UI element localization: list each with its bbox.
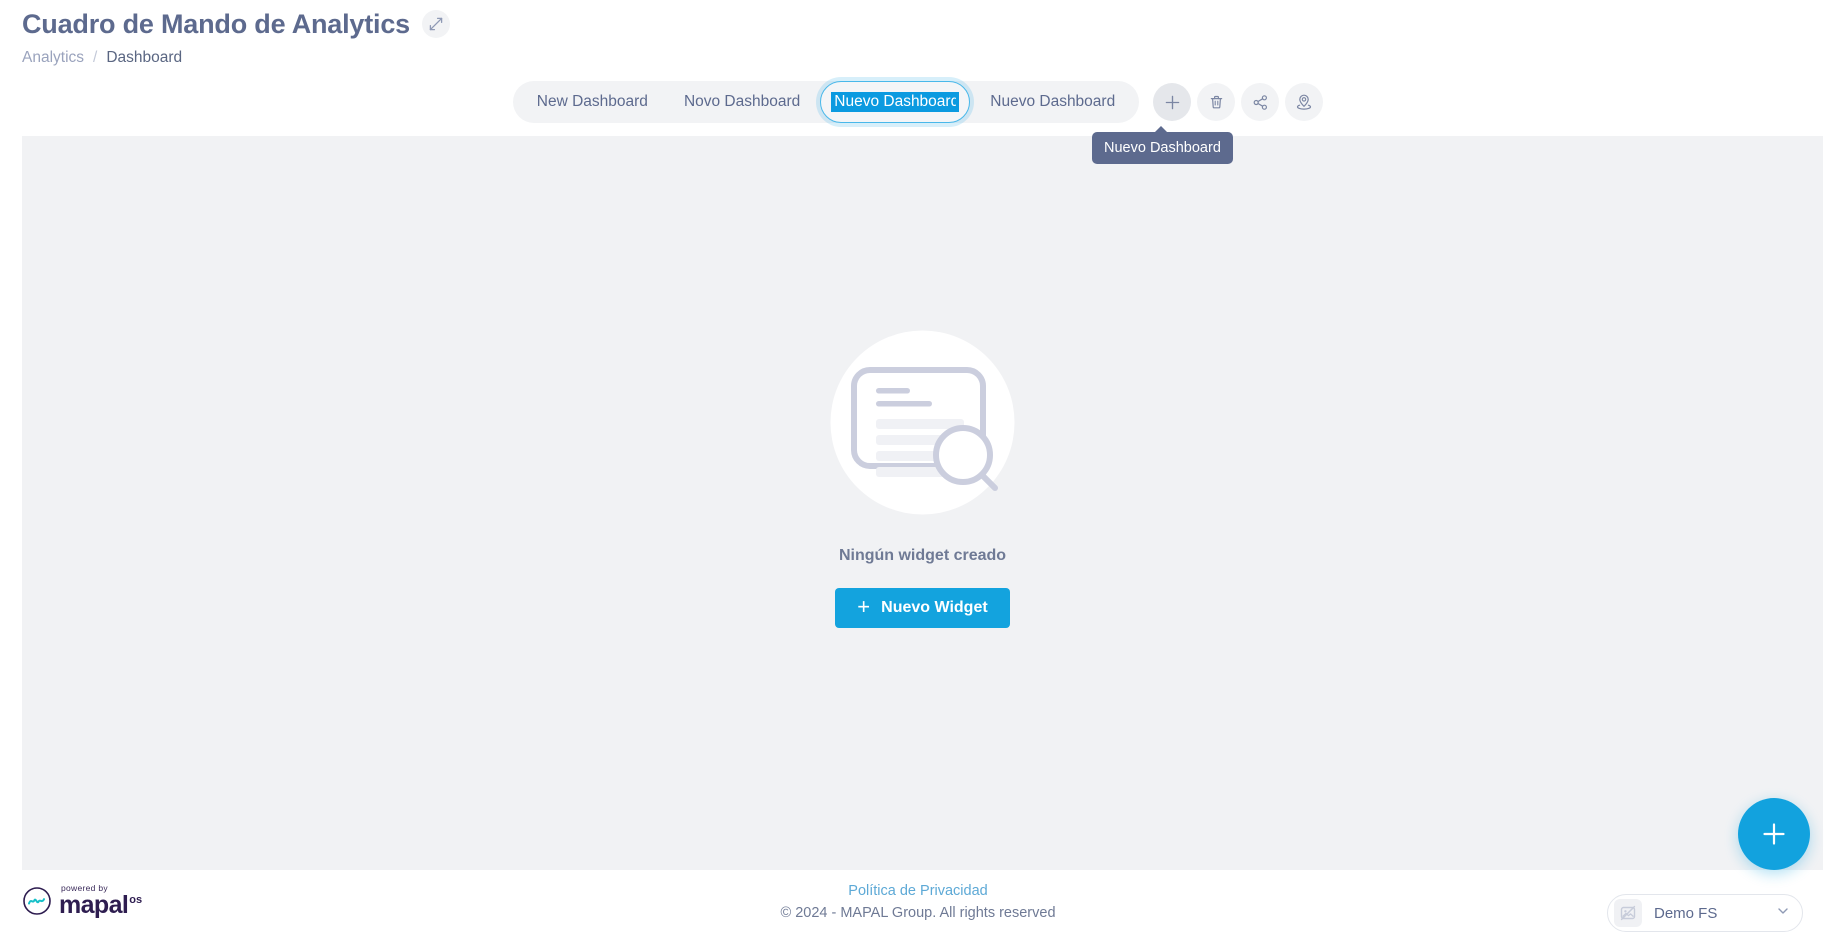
page-footer: powered by mapal os Política de Privacid… [0,870,1836,936]
plus-icon [1164,94,1181,111]
page-header: Cuadro de Mando de Analytics Analytics /… [22,0,1812,72]
expand-arrows-icon [429,17,443,31]
copyright-text: © 2024 - MAPAL Group. All rights reserve… [780,905,1056,921]
expand-arrows-icon-button[interactable] [421,10,450,38]
delete-dashboard-button[interactable] [1197,83,1236,121]
organization-name: Demo FS [1654,904,1718,922]
breadcrumb-item-analytics[interactable]: Analytics [22,48,84,68]
breadcrumb-item-dashboard: Dashboard [106,49,183,66]
privacy-policy-link[interactable]: Política de Privacidad [848,883,987,899]
dashboard-content-panel: Ningún widget creado + Nuevo Widget [22,136,1823,870]
chevron-down-icon [1776,904,1790,923]
page-title: Cuadro de Mando de Analytics [22,9,410,39]
analytics-dashboard-page: Cuadro de Mando de Analytics Analytics /… [0,0,1836,936]
breadcrumb-separator: / [93,49,98,66]
add-dashboard-tooltip: Nuevo Dashboard [1092,126,1233,164]
tab-nuevo-dashboard[interactable]: Nuevo Dashboard [972,81,1133,123]
dashboard-actions [1153,83,1324,121]
footer-center: Política de Privacidad © 2024 - MAPAL Gr… [0,882,1836,921]
new-widget-button[interactable]: + Nuevo Widget [835,588,1010,628]
trash-icon [1208,94,1225,111]
floating-add-button[interactable] [1738,798,1810,870]
empty-state: Ningún widget creado + Nuevo Widget [22,320,1823,628]
image-placeholder-icon [1614,899,1642,927]
dashboard-tabs: New Dashboard Novo Dashboard Nuevo Dashb… [512,81,1140,123]
tab-new-dashboard[interactable]: New Dashboard [519,81,666,123]
breadcrumb: Analytics / Dashboard [22,48,1812,68]
location-pin-icon [1295,93,1313,111]
share-nodes-icon [1252,94,1269,111]
title-row: Cuadro de Mando de Analytics [22,0,1812,42]
tab-nuevo-dashboard-editing[interactable] [820,81,971,123]
locate-dashboard-button[interactable] [1285,83,1324,121]
tab-novo-dashboard[interactable]: Novo Dashboard [666,81,818,123]
organization-selector[interactable]: Demo FS [1607,894,1803,932]
plus-icon: + [857,594,871,619]
plus-icon [1759,819,1789,849]
share-dashboard-button[interactable] [1241,83,1280,121]
document-search-illustration [820,320,1025,525]
add-dashboard-button[interactable] [1153,83,1192,121]
new-widget-button-label: Nuevo Widget [881,599,988,616]
dashboard-tabstrip: New Dashboard Novo Dashboard Nuevo Dashb… [0,74,1836,130]
empty-state-message: Ningún widget creado [838,547,1007,564]
dashboard-name-input[interactable] [831,92,960,112]
